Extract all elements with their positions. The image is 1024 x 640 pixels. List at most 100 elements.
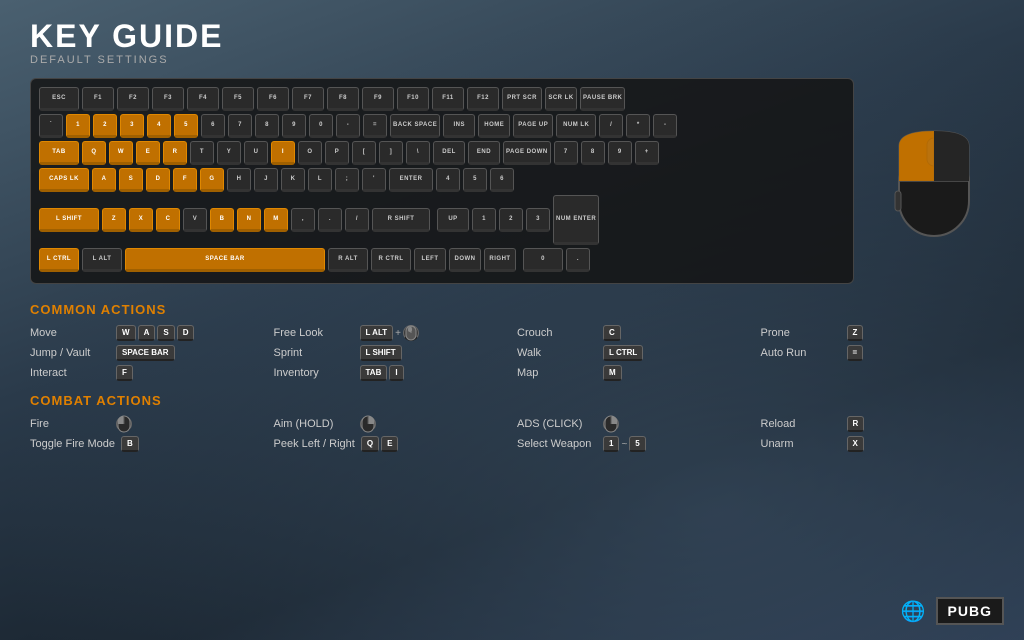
key-8: 8 — [255, 114, 279, 138]
common-actions-title: COMMON ACTIONS — [30, 302, 994, 317]
key-backtick: ` — [39, 114, 63, 138]
action-prone-keys: Z — [847, 325, 864, 341]
key-num8: 8 — [581, 141, 605, 165]
key-f8: F8 — [327, 87, 359, 111]
key-2: 2 — [93, 114, 117, 138]
key-badge-lctrl: L CTRL — [603, 345, 643, 361]
key-lbracket: [ — [352, 141, 376, 165]
key-num1: 1 — [472, 208, 496, 232]
key-badge-d: D — [177, 325, 195, 341]
key-f3: F3 — [152, 87, 184, 111]
key-rbracket: ] — [379, 141, 403, 165]
key-home: HOME — [478, 114, 510, 138]
key-badge-mouse-left — [116, 416, 132, 432]
key-j: J — [254, 168, 278, 192]
key-rshift: R SHIFT — [372, 208, 430, 232]
action-reload: Reload R — [761, 416, 995, 432]
key-l: L — [308, 168, 332, 192]
action-selectweapon-keys: 1 ~ 5 — [603, 436, 646, 452]
key-f: F — [173, 168, 197, 192]
action-walk-keys: L CTRL — [603, 345, 643, 361]
action-prone: Prone Z — [761, 325, 995, 341]
key-num2: 2 — [499, 208, 523, 232]
key-f1: F1 — [82, 87, 114, 111]
key-period: . — [318, 208, 342, 232]
action-aim-keys — [360, 416, 376, 432]
key-up: UP — [437, 208, 469, 232]
key-down: DOWN — [449, 248, 481, 272]
key-i: I — [271, 141, 295, 165]
key-badge-lalt: L ALT — [360, 325, 394, 341]
globe-icon: 🌐 — [901, 599, 926, 624]
key-num0: 0 — [523, 248, 563, 272]
action-fire-keys — [116, 416, 132, 432]
action-ads: ADS (CLICK) — [517, 416, 751, 432]
key-badge-5sw: 5 — [629, 436, 645, 452]
action-jump-keys: SPACE BAR — [116, 345, 175, 361]
common-actions-grid: Move W A S D Free Look L ALT + — [30, 325, 994, 381]
key-num-plus: + — [635, 141, 659, 165]
key-spacebar: SPACE BAR — [125, 248, 325, 272]
action-interact-keys: F — [116, 365, 133, 381]
key-u: U — [244, 141, 268, 165]
action-unarm: Unarm X — [761, 436, 995, 452]
key-num-slash: / — [599, 114, 623, 138]
key-left: LEFT — [414, 248, 446, 272]
key-t: T — [190, 141, 214, 165]
action-peek-label: Peek Left / Right — [274, 438, 355, 450]
action-ads-label: ADS (CLICK) — [517, 418, 597, 430]
key-backspace: BACK SPACE — [390, 114, 440, 138]
key-y: Y — [217, 141, 241, 165]
key-f9: F9 — [362, 87, 394, 111]
action-selectweapon-label: Select Weapon — [517, 438, 597, 450]
key-e: E — [136, 141, 160, 165]
key-7: 7 — [228, 114, 252, 138]
key-lalt: L ALT — [82, 248, 122, 272]
key-badge-spacebar: SPACE BAR — [116, 345, 175, 361]
action-move-label: Move — [30, 327, 110, 339]
key-semicolon: ; — [335, 168, 359, 192]
key-badge-a: A — [138, 325, 156, 341]
key-o: O — [298, 141, 322, 165]
action-unarm-keys: X — [847, 436, 864, 452]
key-num-asterisk: * — [626, 114, 650, 138]
key-num5: 5 — [463, 168, 487, 192]
key-num4: 4 — [436, 168, 460, 192]
keyboard-row-qwerty: TAB Q W E R T Y U I O P [ ] \ DEL END PA… — [39, 141, 845, 165]
action-walk-label: Walk — [517, 347, 597, 359]
key-r: R — [163, 141, 187, 165]
key-badge-mouse — [403, 325, 419, 341]
action-inventory: Inventory TAB I — [274, 365, 508, 381]
key-num3: 3 — [526, 208, 550, 232]
key-f2: F2 — [117, 87, 149, 111]
key-f6: F6 — [257, 87, 289, 111]
key-m: M — [264, 208, 288, 232]
key-num6: 6 — [490, 168, 514, 192]
key-f4: F4 — [187, 87, 219, 111]
keyboard-row-numbers: ` 1 2 3 4 5 6 7 8 9 0 - = BACK SPACE INS… — [39, 114, 845, 138]
action-crouch-keys: C — [603, 325, 621, 341]
keyboard-row-function: ESC F1 F2 F3 F4 F5 F6 F7 F8 F9 F10 F11 F… — [39, 87, 845, 111]
action-autorun-label: Auto Run — [761, 347, 841, 359]
key-esc: ESC — [39, 87, 79, 111]
action-peek: Peek Left / Right Q E — [274, 436, 508, 452]
plus-sign: + — [395, 328, 401, 339]
key-badge-c: C — [603, 325, 621, 341]
key-c: C — [156, 208, 180, 232]
key-numdot: . — [566, 248, 590, 272]
key-b: B — [210, 208, 234, 232]
action-selectweapon: Select Weapon 1 ~ 5 — [517, 436, 751, 452]
action-autorun-keys: = — [847, 345, 864, 361]
key-d: D — [146, 168, 170, 192]
key-numlk: NUM LK — [556, 114, 596, 138]
action-reload-keys: R — [847, 416, 865, 432]
keyboard-row-bottom: L CTRL L ALT SPACE BAR R ALT R CTRL LEFT… — [39, 248, 845, 272]
action-interact: Interact F — [30, 365, 264, 381]
key-scrlk: SCR LK — [545, 87, 577, 111]
key-z: Z — [102, 208, 126, 232]
page-title: KEY GUIDE — [30, 20, 994, 52]
key-3: 3 — [120, 114, 144, 138]
action-freelook: Free Look L ALT + — [274, 325, 508, 341]
key-k: K — [281, 168, 305, 192]
action-reload-label: Reload — [761, 418, 841, 430]
